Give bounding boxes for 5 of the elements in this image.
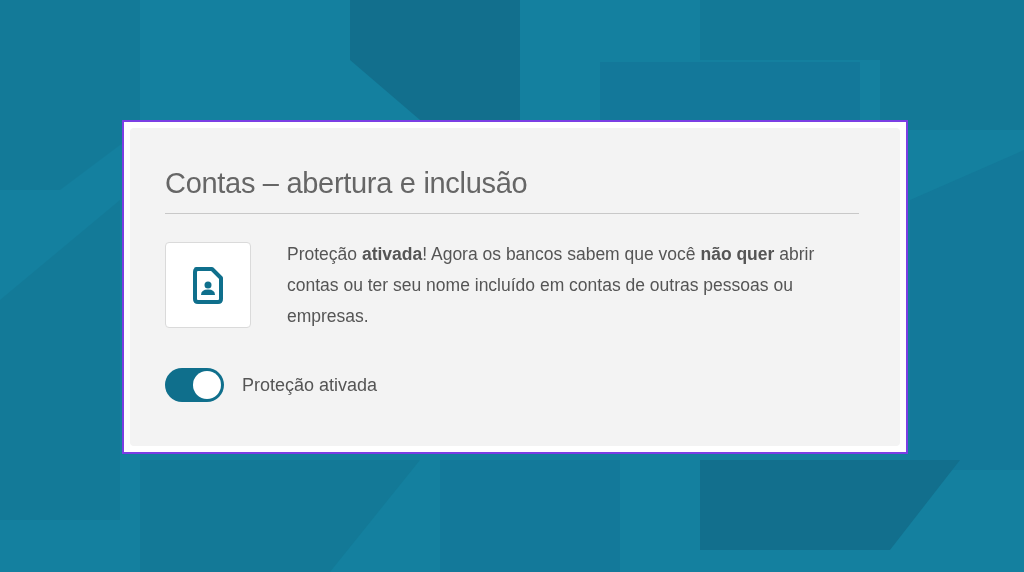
- document-person-icon: [165, 242, 251, 328]
- card-title: Contas – abertura e inclusão: [165, 166, 529, 201]
- protection-toggle[interactable]: [165, 368, 224, 402]
- toggle-label: Proteção ativada: [242, 373, 378, 397]
- protection-message: Proteção ativada! Agora os bancos sabem que você não quer abrir contas ou ter seu nome incluído em contas de outras pessoas ou empresas.: [287, 243, 816, 328]
